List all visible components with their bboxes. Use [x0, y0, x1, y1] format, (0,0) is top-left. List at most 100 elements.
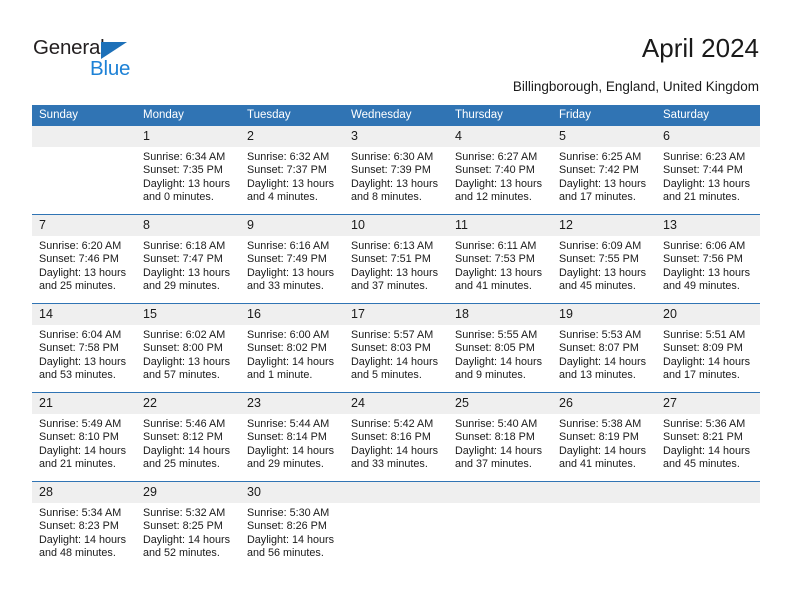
calendar-day[interactable]: 11 Sunrise: 6:11 AM Sunset: 7:53 PM Dayligh… — [448, 215, 552, 303]
calendar-cell: 15 Sunrise: 6:02 AM Sunset: 8:00 PM Dayligh… — [136, 303, 240, 393]
calendar-day[interactable]: 4 Sunrise: 6:27 AM Sunset: 7:40 PM Daylight… — [448, 126, 552, 214]
daylight-duration: Daylight: 14 hours and 29 minutes. — [247, 444, 335, 471]
day-details: Sunrise: 5:49 AM Sunset: 8:10 PM Daylight:… — [32, 414, 136, 472]
calendar-day[interactable]: 18 Sunrise: 5:55 AM Sunset: 8:05 PM Dayligh… — [448, 304, 552, 392]
calendar-day[interactable]: 7 Sunrise: 6:20 AM Sunset: 7:46 PM Daylight… — [32, 215, 136, 303]
day-number: 19 — [552, 304, 656, 325]
calendar-day[interactable]: 30 Sunrise: 5:30 AM Sunset: 8:26 PM Dayligh… — [240, 482, 344, 570]
day-details: Sunrise: 5:46 AM Sunset: 8:12 PM Daylight:… — [136, 414, 240, 472]
page-subtitle: Billingborough, England, United Kingdom — [512, 79, 759, 94]
calendar-cell: 26 Sunrise: 5:38 AM Sunset: 8:19 PM Dayligh… — [552, 392, 656, 482]
calendar-day-empty — [344, 482, 448, 570]
sunrise-time: Sunrise: 5:32 AM — [143, 507, 226, 519]
day-number: 28 — [32, 482, 136, 503]
day-details: Sunrise: 6:32 AM Sunset: 7:37 PM Daylight:… — [240, 147, 344, 205]
sunrise-time: Sunrise: 5:42 AM — [351, 418, 434, 430]
day-details: Sunrise: 5:38 AM Sunset: 8:19 PM Daylight:… — [552, 414, 656, 472]
sunset-time: Sunset: 7:56 PM — [663, 253, 743, 266]
calendar-week-row: 21 Sunrise: 5:49 AM Sunset: 8:10 PM Dayligh… — [32, 392, 760, 482]
calendar-day[interactable]: 10 Sunrise: 6:13 AM Sunset: 7:51 PM Dayligh… — [344, 215, 448, 303]
calendar-cell: 24 Sunrise: 5:42 AM Sunset: 8:16 PM Dayligh… — [344, 392, 448, 482]
calendar-cell: 11 Sunrise: 6:11 AM Sunset: 7:53 PM Dayligh… — [448, 214, 552, 304]
calendar-day[interactable]: 6 Sunrise: 6:23 AM Sunset: 7:44 PM Daylight… — [656, 126, 760, 214]
calendar-day[interactable]: 13 Sunrise: 6:06 AM Sunset: 7:56 PM Dayligh… — [656, 215, 760, 303]
sunrise-time: Sunrise: 5:49 AM — [39, 418, 122, 430]
calendar-day[interactable]: 8 Sunrise: 6:18 AM Sunset: 7:47 PM Daylight… — [136, 215, 240, 303]
daylight-duration: Daylight: 14 hours and 1 minute. — [247, 355, 335, 382]
day-details: Sunrise: 6:16 AM Sunset: 7:49 PM Daylight:… — [240, 236, 344, 294]
calendar-day[interactable]: 3 Sunrise: 6:30 AM Sunset: 7:39 PM Daylight… — [344, 126, 448, 214]
sunset-time: Sunset: 7:40 PM — [455, 164, 535, 177]
calendar-day[interactable]: 25 Sunrise: 5:40 AM Sunset: 8:18 PM Dayligh… — [448, 393, 552, 481]
daylight-duration: Daylight: 14 hours and 21 minutes. — [39, 444, 127, 471]
sunrise-time: Sunrise: 5:34 AM — [39, 507, 122, 519]
calendar-day[interactable]: 28 Sunrise: 5:34 AM Sunset: 8:23 PM Dayligh… — [32, 482, 136, 570]
daylight-duration: Daylight: 14 hours and 25 minutes. — [143, 444, 231, 471]
day-details: Sunrise: 5:42 AM Sunset: 8:16 PM Daylight:… — [344, 414, 448, 472]
daylight-duration: Daylight: 13 hours and 49 minutes. — [663, 266, 751, 293]
sunrise-time: Sunrise: 5:51 AM — [663, 329, 746, 341]
sunrise-time: Sunrise: 5:57 AM — [351, 329, 434, 341]
daylight-duration: Daylight: 13 hours and 25 minutes. — [39, 266, 127, 293]
sunrise-time: Sunrise: 5:30 AM — [247, 507, 330, 519]
daylight-duration: Daylight: 13 hours and 29 minutes. — [143, 266, 231, 293]
day-details: Sunrise: 6:13 AM Sunset: 7:51 PM Daylight:… — [344, 236, 448, 294]
calendar-day[interactable]: 21 Sunrise: 5:49 AM Sunset: 8:10 PM Dayligh… — [32, 393, 136, 481]
sunset-time: Sunset: 8:12 PM — [143, 431, 223, 444]
sunset-time: Sunset: 7:53 PM — [455, 253, 535, 266]
calendar-day[interactable]: 15 Sunrise: 6:02 AM Sunset: 8:00 PM Dayligh… — [136, 304, 240, 392]
sunrise-time: Sunrise: 6:06 AM — [663, 240, 746, 252]
calendar-day[interactable]: 24 Sunrise: 5:42 AM Sunset: 8:16 PM Dayligh… — [344, 393, 448, 481]
sunrise-time: Sunrise: 5:55 AM — [455, 329, 538, 341]
calendar-cell: 29 Sunrise: 5:32 AM Sunset: 8:25 PM Dayligh… — [136, 481, 240, 570]
calendar-day[interactable]: 14 Sunrise: 6:04 AM Sunset: 7:58 PM Dayligh… — [32, 304, 136, 392]
calendar-cell: 30 Sunrise: 5:30 AM Sunset: 8:26 PM Dayligh… — [240, 481, 344, 570]
calendar-day[interactable]: 27 Sunrise: 5:36 AM Sunset: 8:21 PM Dayligh… — [656, 393, 760, 481]
daylight-duration: Daylight: 13 hours and 53 minutes. — [39, 355, 127, 382]
calendar-day[interactable]: 26 Sunrise: 5:38 AM Sunset: 8:19 PM Dayligh… — [552, 393, 656, 481]
day-number: 4 — [448, 126, 552, 147]
calendar-cell: 4 Sunrise: 6:27 AM Sunset: 7:40 PM Daylight… — [448, 126, 552, 215]
calendar-day[interactable]: 17 Sunrise: 5:57 AM Sunset: 8:03 PM Dayligh… — [344, 304, 448, 392]
calendar-day[interactable]: 22 Sunrise: 5:46 AM Sunset: 8:12 PM Dayligh… — [136, 393, 240, 481]
calendar-cell — [344, 481, 448, 570]
calendar-day[interactable]: 20 Sunrise: 5:51 AM Sunset: 8:09 PM Dayligh… — [656, 304, 760, 392]
calendar-day[interactable]: 1 Sunrise: 6:34 AM Sunset: 7:35 PM Daylight… — [136, 126, 240, 214]
sunrise-time: Sunrise: 5:46 AM — [143, 418, 226, 430]
daylight-duration: Daylight: 13 hours and 12 minutes. — [455, 177, 543, 204]
calendar-day[interactable]: 9 Sunrise: 6:16 AM Sunset: 7:49 PM Daylight… — [240, 215, 344, 303]
daylight-duration: Daylight: 13 hours and 21 minutes. — [663, 177, 751, 204]
calendar-day[interactable]: 29 Sunrise: 5:32 AM Sunset: 8:25 PM Dayligh… — [136, 482, 240, 570]
day-details: Sunrise: 5:55 AM Sunset: 8:05 PM Daylight:… — [448, 325, 552, 383]
general-blue-logo[interactable]: General Blue — [33, 36, 233, 84]
sunrise-time: Sunrise: 6:09 AM — [559, 240, 642, 252]
calendar-day[interactable]: 23 Sunrise: 5:44 AM Sunset: 8:14 PM Dayligh… — [240, 393, 344, 481]
calendar-day[interactable]: 5 Sunrise: 6:25 AM Sunset: 7:42 PM Daylight… — [552, 126, 656, 214]
sunrise-time: Sunrise: 5:44 AM — [247, 418, 330, 430]
daylight-duration: Daylight: 13 hours and 41 minutes. — [455, 266, 543, 293]
calendar-day[interactable]: 2 Sunrise: 6:32 AM Sunset: 7:37 PM Daylight… — [240, 126, 344, 214]
weekday-header-saturday: Saturday — [656, 105, 760, 126]
day-number: 13 — [656, 215, 760, 236]
sunset-time: Sunset: 7:44 PM — [663, 164, 743, 177]
logo-text-blue: Blue — [90, 57, 131, 80]
calendar-cell: 17 Sunrise: 5:57 AM Sunset: 8:03 PM Dayligh… — [344, 303, 448, 393]
calendar-cell: 2 Sunrise: 6:32 AM Sunset: 7:37 PM Daylight… — [240, 126, 344, 215]
sunset-time: Sunset: 7:58 PM — [39, 342, 119, 355]
day-details: Sunrise: 6:11 AM Sunset: 7:53 PM Daylight:… — [448, 236, 552, 294]
calendar-cell: 14 Sunrise: 6:04 AM Sunset: 7:58 PM Dayligh… — [32, 303, 136, 393]
page-title: April 2024 — [641, 33, 759, 63]
calendar-day-empty — [552, 482, 656, 570]
calendar-day[interactable]: 12 Sunrise: 6:09 AM Sunset: 7:55 PM Dayligh… — [552, 215, 656, 303]
sunset-time: Sunset: 8:07 PM — [559, 342, 639, 355]
day-details: Sunrise: 6:09 AM Sunset: 7:55 PM Daylight:… — [552, 236, 656, 294]
calendar-day[interactable]: 16 Sunrise: 6:00 AM Sunset: 8:02 PM Dayligh… — [240, 304, 344, 392]
sunset-time: Sunset: 7:37 PM — [247, 164, 327, 177]
calendar-day[interactable]: 19 Sunrise: 5:53 AM Sunset: 8:07 PM Dayligh… — [552, 304, 656, 392]
day-details: Sunrise: 6:20 AM Sunset: 7:46 PM Daylight:… — [32, 236, 136, 294]
sunrise-time: Sunrise: 5:36 AM — [663, 418, 746, 430]
day-number: 12 — [552, 215, 656, 236]
sunrise-time: Sunrise: 6:04 AM — [39, 329, 122, 341]
calendar-cell: 28 Sunrise: 5:34 AM Sunset: 8:23 PM Dayligh… — [32, 481, 136, 570]
sunrise-time: Sunrise: 5:38 AM — [559, 418, 642, 430]
